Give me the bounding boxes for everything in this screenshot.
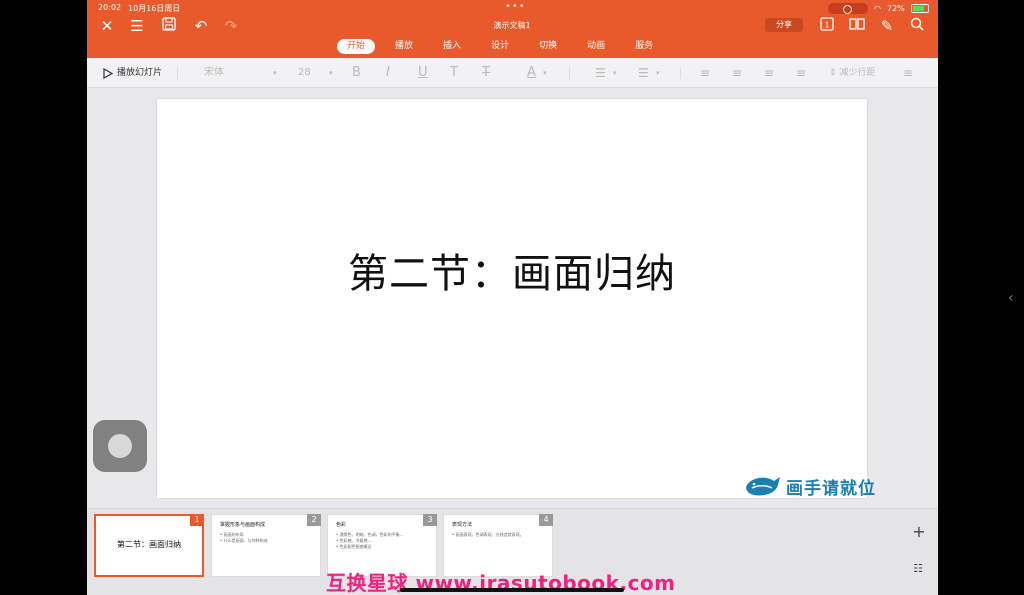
align-right-icon[interactable]: ≡ <box>764 66 774 80</box>
battery-percent: 72% <box>886 3 905 13</box>
thumbnail-line: • 画面表现、色调表现、光线造就表现。 <box>452 532 524 537</box>
align-center-icon[interactable]: ≡ <box>732 66 742 80</box>
thumbnail-number: 3 <box>423 514 437 526</box>
thumbnail-line: • 色彩配色指南概念 <box>336 544 372 549</box>
pen-icon[interactable]: ✎ <box>878 17 896 35</box>
underline-button[interactable]: U <box>418 66 428 80</box>
more-format-icon[interactable]: ≡ <box>903 66 913 80</box>
side-chevron-icon[interactable]: ‹ <box>1008 290 1014 306</box>
search-icon[interactable] <box>908 17 926 35</box>
align-left-icon[interactable]: ≡ <box>700 66 710 80</box>
close-icon[interactable]: ✕ <box>98 17 116 35</box>
shadow-button[interactable]: T <box>450 66 458 80</box>
slide-overview-icon[interactable]: ☷ <box>911 562 925 575</box>
ribbon-tabs: 开始 播放 插入 设计 切换 动画 服务 <box>337 39 673 54</box>
play-slideshow-button[interactable]: 播放幻灯片 <box>103 66 162 80</box>
left-black-border <box>0 0 87 595</box>
tab-play[interactable]: 播放 <box>385 39 423 54</box>
slide-number-icon[interactable]: 1 <box>818 17 836 35</box>
thumbnail-line: • 什么是画面，与何种构成 <box>220 538 268 543</box>
tab-service[interactable]: 服务 <box>625 39 663 54</box>
whale-logo-icon <box>746 477 780 496</box>
add-slide-icon[interactable]: + <box>911 524 927 540</box>
assistive-touch-button[interactable] <box>93 420 147 472</box>
thumbnail-title: 色彩 <box>336 522 347 528</box>
thumbnail-number: 4 <box>539 514 553 526</box>
toolbar-divider <box>177 67 178 79</box>
thumbnail-title: 表现方法 <box>452 522 473 528</box>
bold-button[interactable]: B <box>352 66 361 80</box>
screen-record-icon <box>828 2 868 14</box>
font-name-select[interactable]: 宋体 <box>204 66 224 80</box>
font-size-chevron-icon[interactable]: ▾ <box>329 66 333 80</box>
slide-thumbnail-1[interactable]: 1 第二节：画面归纳 <box>94 514 204 577</box>
document-title[interactable]: 演示文稿1 <box>470 20 554 31</box>
toolbar-divider <box>680 67 681 79</box>
format-toolbar: 播放幻灯片 宋体 ▾ 28 ▾ B I U T T A ▾ ☰ ▾ ☰ ▾ ≡ … <box>87 58 938 88</box>
save-icon[interactable] <box>160 17 178 35</box>
undo-icon[interactable]: ↶ <box>192 17 210 35</box>
tab-design[interactable]: 设计 <box>481 39 519 54</box>
justify-icon[interactable]: ≡ <box>796 66 806 80</box>
status-indicators: ◠ 72% <box>828 2 929 14</box>
tab-animation[interactable]: 动画 <box>577 39 615 54</box>
status-time: 20:02 <box>98 3 122 12</box>
numbered-list-chevron-icon[interactable]: ▾ <box>656 66 660 80</box>
thumbnail-number: 2 <box>307 514 321 526</box>
wifi-icon: ◠ <box>874 3 881 13</box>
decrease-line-spacing-label: 减少行距 <box>839 68 876 78</box>
home-indicator[interactable] <box>400 588 624 592</box>
tab-transition[interactable]: 切换 <box>529 39 567 54</box>
strikethrough-button[interactable]: T <box>482 66 490 80</box>
font-color-button[interactable]: A <box>527 66 536 80</box>
status-bar: 20:02 10月16日周日 ••• ◠ 72% <box>0 0 1024 16</box>
slide-thumbnail-2[interactable]: 2 掌握形象与画面构成 • 画面的布局 • 什么是画面，与何种构成 <box>211 514 321 577</box>
redo-icon[interactable]: ↷ <box>222 17 240 35</box>
multitask-dots[interactable]: ••• <box>505 1 526 12</box>
tab-start[interactable]: 开始 <box>337 39 376 54</box>
thumbnail-number: 1 <box>190 514 204 526</box>
play-slideshow-label: 播放幻灯片 <box>117 68 163 78</box>
slide-title-text[interactable]: 第二节：画面归纳 <box>157 241 867 299</box>
thumbnail-title: 第二节：画面归纳 <box>117 540 181 549</box>
current-slide[interactable]: 第二节：画面归纳 <box>157 99 867 498</box>
toolbar-divider <box>569 67 570 79</box>
svg-text:1: 1 <box>825 21 830 30</box>
font-size-select[interactable]: 28 <box>298 66 311 80</box>
tab-insert[interactable]: 插入 <box>433 39 471 54</box>
font-name-chevron-icon[interactable]: ▾ <box>273 66 277 80</box>
status-date: 10月16日周日 <box>128 4 181 13</box>
share-button[interactable]: 分享 <box>765 18 803 32</box>
bullet-list-chevron-icon[interactable]: ▾ <box>613 66 617 80</box>
bullet-list-icon[interactable]: ☰ <box>595 66 606 80</box>
brand-logo: 画手请就位 <box>744 473 876 499</box>
reading-mode-icon[interactable] <box>848 17 866 35</box>
numbered-list-icon[interactable]: ☰ <box>638 66 649 80</box>
font-color-chevron-icon[interactable]: ▾ <box>543 66 547 80</box>
play-icon <box>103 67 113 79</box>
logo-text: 画手请就位 <box>786 478 876 499</box>
italic-button[interactable]: I <box>386 66 390 80</box>
battery-icon <box>910 3 929 13</box>
line-spacing-icon: ⇕ <box>829 68 837 78</box>
thumbnail-title: 掌握形象与画面构成 <box>220 522 266 528</box>
menu-icon[interactable]: ☰ <box>128 17 146 35</box>
decrease-line-spacing-button[interactable]: ⇕ 减少行距 <box>829 66 875 80</box>
